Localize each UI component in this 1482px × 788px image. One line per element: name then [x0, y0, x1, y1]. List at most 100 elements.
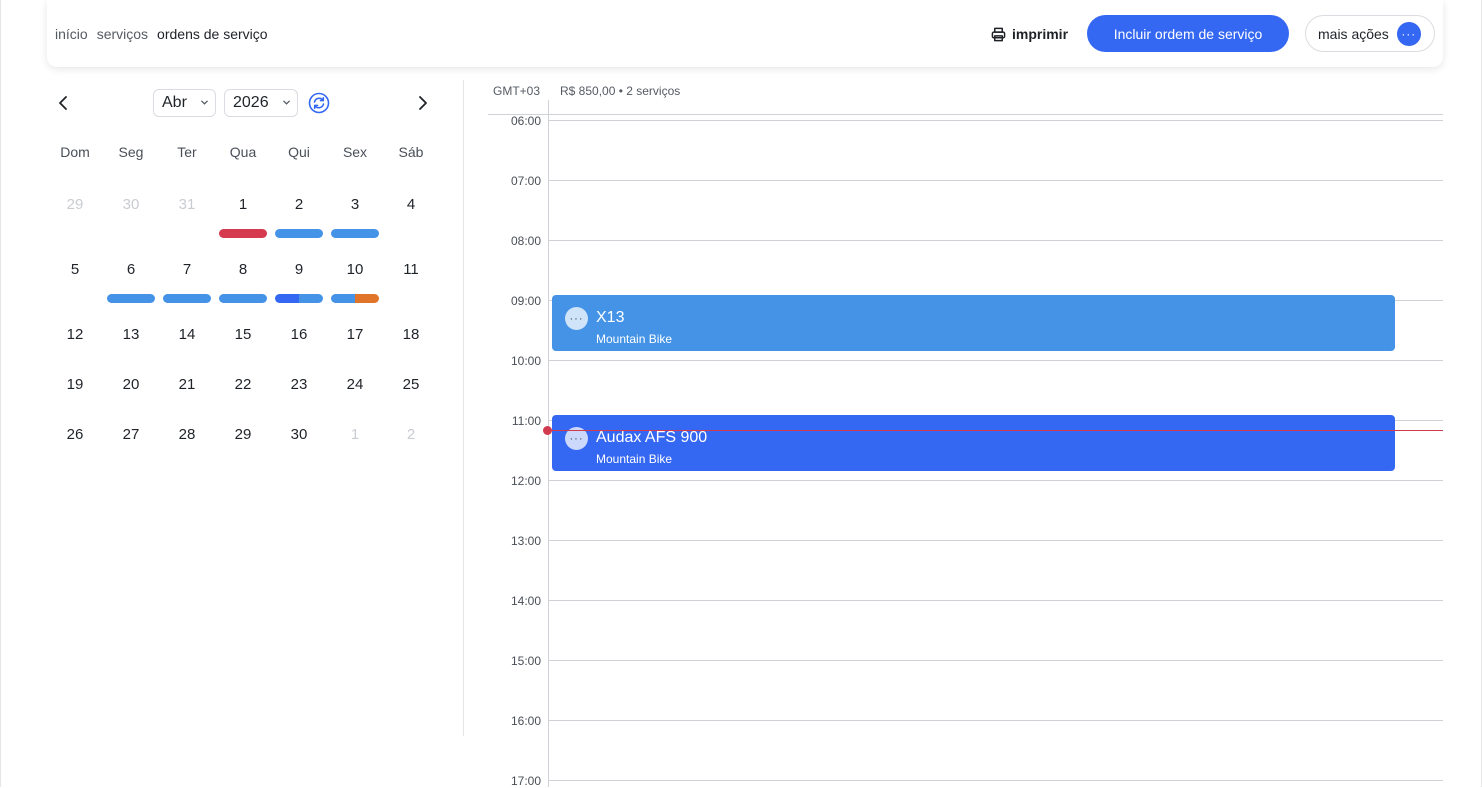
- calendar-day[interactable]: 13: [103, 314, 159, 354]
- calendar-day[interactable]: 27: [103, 414, 159, 454]
- calendar-day[interactable]: 29: [47, 184, 103, 224]
- hour-label: 06:00: [510, 114, 541, 128]
- app-frame: início serviços ordens de serviço imprim…: [0, 0, 1482, 788]
- time-axis-line: [548, 100, 549, 787]
- calendar-day[interactable]: 20: [103, 364, 159, 404]
- calendar-day[interactable]: 22: [215, 364, 271, 404]
- printer-icon: [991, 27, 1006, 41]
- calendar-day[interactable]: 14: [159, 314, 215, 354]
- breadcrumb-item-inicio[interactable]: início: [55, 26, 88, 42]
- ellipsis-icon: ···: [1396, 21, 1421, 46]
- calendar-day[interactable]: 2: [271, 184, 327, 224]
- day-service-indicator: [275, 294, 299, 303]
- hour-label: 11:00: [511, 414, 541, 428]
- hour-label: 17:00: [510, 774, 541, 788]
- go-to-today-button[interactable]: [308, 92, 330, 114]
- calendar-day[interactable]: 4: [383, 184, 439, 224]
- chevron-down-icon: [283, 100, 290, 105]
- calendar-day[interactable]: 18: [383, 314, 439, 354]
- event-title: X13: [596, 309, 625, 326]
- hour-label: 16:00: [510, 714, 541, 728]
- chevron-left-icon: [59, 96, 67, 110]
- year-select[interactable]: 2026: [224, 89, 298, 117]
- day-service-indicator: [299, 294, 323, 303]
- calendar-day[interactable]: 30: [103, 184, 159, 224]
- hour-label: 12:00: [510, 474, 541, 488]
- refresh-icon: [308, 92, 330, 114]
- breadcrumb: início serviços ordens de serviço: [55, 26, 268, 42]
- calendar-day[interactable]: 12: [47, 314, 103, 354]
- chevron-down-icon: [201, 100, 208, 105]
- breadcrumb-item-servicos[interactable]: serviços: [97, 26, 148, 42]
- hour-label: 08:00: [510, 234, 541, 248]
- weekday-seg: Seg: [118, 144, 144, 160]
- hour-gridline: [549, 540, 1443, 541]
- ellipsis-icon[interactable]: ···: [565, 307, 588, 330]
- calendar-day[interactable]: 19: [47, 364, 103, 404]
- calendar-day[interactable]: 30: [271, 414, 327, 454]
- more-actions-button[interactable]: mais ações ···: [1305, 15, 1435, 52]
- hour-gridline: [549, 660, 1443, 661]
- more-actions-label: mais ações: [1318, 25, 1389, 42]
- next-month-button[interactable]: [412, 92, 434, 114]
- hour-gridline: [549, 240, 1443, 241]
- calendar-day[interactable]: 15: [215, 314, 271, 354]
- print-label: imprimir: [1012, 26, 1069, 42]
- calendar-day[interactable]: 17: [327, 314, 383, 354]
- calendar-day[interactable]: 10: [327, 249, 383, 289]
- hour-label: 14:00: [510, 594, 541, 608]
- calendar-day[interactable]: 8: [215, 249, 271, 289]
- previous-month-button[interactable]: [52, 92, 74, 114]
- hour-label: 09:00: [510, 294, 541, 308]
- calendar-day-selected[interactable]: 9: [271, 249, 327, 289]
- day-summary: R$ 850,00 • 2 serviços: [560, 84, 681, 98]
- calendar-day[interactable]: 1: [327, 414, 383, 454]
- event-subtitle: Mountain Bike: [596, 332, 673, 346]
- panel-divider: [463, 80, 464, 736]
- day-service-indicator: [355, 294, 379, 303]
- print-button[interactable]: imprimir: [991, 22, 1068, 46]
- calendar-day[interactable]: 7: [159, 249, 215, 289]
- calendar-day[interactable]: 23: [271, 364, 327, 404]
- month-select-value: Abr: [162, 94, 187, 111]
- day-service-indicator: [163, 294, 211, 303]
- top-bar: início serviços ordens de serviço imprim…: [47, 0, 1443, 67]
- service-order-event[interactable]: ··· Audax AFS 900 Mountain Bike: [552, 415, 1395, 471]
- day-service-indicator: [331, 294, 355, 303]
- timezone-label: GMT+03: [493, 84, 541, 98]
- calendar-day[interactable]: 16: [271, 314, 327, 354]
- calendar-day[interactable]: 25: [383, 364, 439, 404]
- hour-gridline: [549, 360, 1443, 361]
- calendar-day[interactable]: 11: [383, 249, 439, 289]
- day-service-indicator: [275, 229, 323, 238]
- current-time-marker: [543, 426, 552, 435]
- event-title: Audax AFS 900: [596, 429, 708, 446]
- add-service-order-button[interactable]: Incluir ordem de serviço: [1087, 15, 1289, 52]
- calendar-day[interactable]: 3: [327, 184, 383, 224]
- service-order-event[interactable]: ··· X13 Mountain Bike: [552, 295, 1395, 351]
- year-select-value: 2026: [233, 94, 269, 111]
- calendar-day[interactable]: 28: [159, 414, 215, 454]
- calendar-day[interactable]: 6: [103, 249, 159, 289]
- calendar-day[interactable]: 21: [159, 364, 215, 404]
- calendar-day[interactable]: 1: [215, 184, 271, 224]
- day-service-indicator: [219, 229, 267, 238]
- calendar-day[interactable]: 5: [47, 249, 103, 289]
- hour-gridline: [549, 120, 1443, 121]
- hour-gridline: [549, 480, 1443, 481]
- event-subtitle: Mountain Bike: [596, 452, 673, 466]
- weekday-dom: Dom: [60, 144, 90, 160]
- weekday-sex: Sex: [342, 144, 368, 160]
- calendar-day[interactable]: 2: [383, 414, 439, 454]
- calendar-day[interactable]: 24: [327, 364, 383, 404]
- calendar-day[interactable]: 29: [215, 414, 271, 454]
- calendar-day[interactable]: 31: [159, 184, 215, 224]
- hour-gridline: [549, 180, 1443, 181]
- day-service-indicator: [331, 229, 379, 238]
- month-select[interactable]: Abr: [153, 89, 216, 117]
- day-service-indicator: [107, 294, 155, 303]
- calendar-day[interactable]: 26: [47, 414, 103, 454]
- hour-label: 07:00: [510, 174, 541, 188]
- day-service-indicator: [219, 294, 267, 303]
- weekday-qua: Qua: [229, 144, 257, 160]
